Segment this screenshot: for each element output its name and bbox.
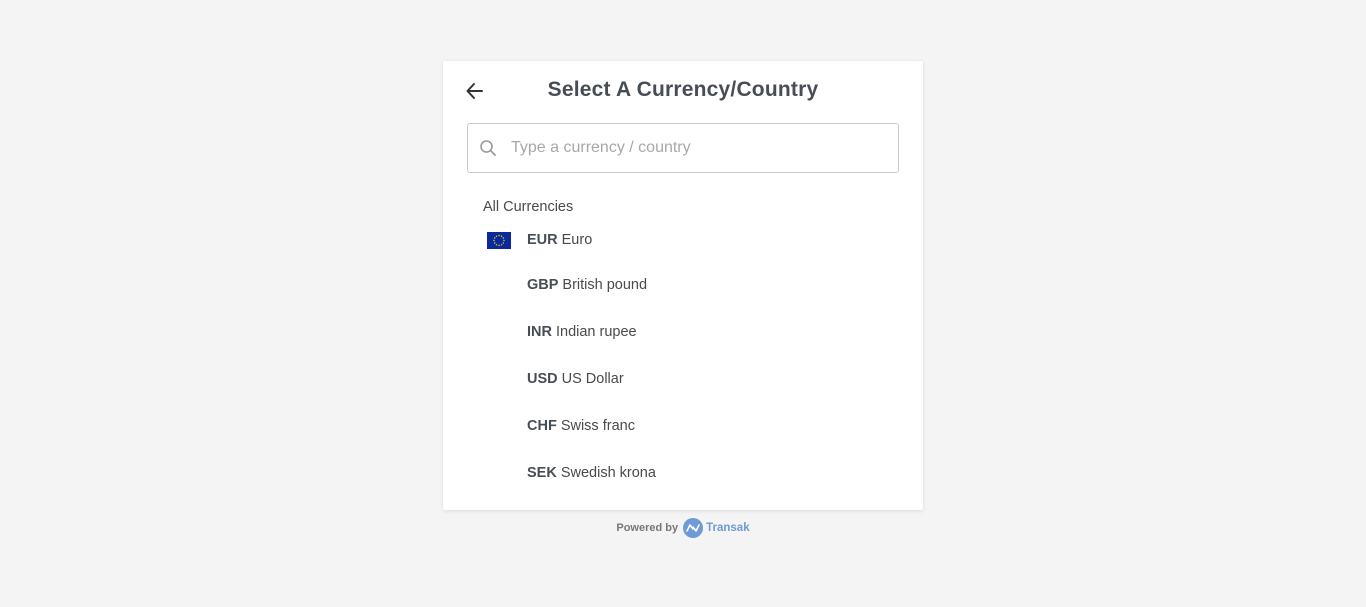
currency-code: GBP: [527, 277, 559, 293]
currency-name: British pound: [562, 277, 648, 293]
panel-header: Select A Currency/Country: [443, 61, 923, 123]
currency-name: Swedish krona: [560, 465, 656, 481]
currency-code: USD: [527, 371, 558, 387]
currency-code: INR: [527, 324, 552, 340]
currency-item-chf[interactable]: CHF Swiss franc: [487, 411, 887, 441]
search-field[interactable]: [467, 123, 899, 173]
currency-item-eur[interactable]: EUR Euro: [487, 225, 887, 255]
currency-select-panel: Select A Currency/Country All Currencies: [443, 61, 923, 510]
eu-flag-icon: [487, 231, 511, 249]
currency-name: US Dollar: [561, 371, 624, 387]
flag-placeholder: [487, 418, 511, 435]
currency-name: Euro: [561, 232, 593, 248]
flag-placeholder: [487, 465, 511, 482]
flag-placeholder: [487, 371, 511, 388]
currency-item-usd[interactable]: USD US Dollar: [487, 364, 887, 394]
currency-name: Indian rupee: [555, 324, 637, 340]
currency-item-inr[interactable]: INR Indian rupee: [487, 317, 887, 347]
search-icon: [479, 139, 497, 157]
currency-name: Swiss franc: [560, 418, 635, 434]
currency-code: CHF: [527, 418, 557, 434]
flag-placeholder: [487, 324, 511, 341]
powered-by-footer: Powered by Transak: [0, 518, 1366, 538]
flag-placeholder: [487, 277, 511, 294]
section-label: All Currencies: [483, 199, 574, 215]
search-input[interactable]: [509, 138, 873, 158]
transak-logo-icon: [683, 518, 704, 538]
currency-code: SEK: [527, 465, 557, 481]
brand-link[interactable]: Transak: [706, 522, 749, 534]
currency-code: EUR: [527, 232, 558, 248]
powered-by-label: Powered by: [616, 522, 679, 534]
currency-item-gbp[interactable]: GBP British pound: [487, 270, 887, 300]
page-title: Select A Currency/Country: [547, 78, 819, 101]
currency-item-sek[interactable]: SEK Swedish krona: [487, 458, 887, 488]
